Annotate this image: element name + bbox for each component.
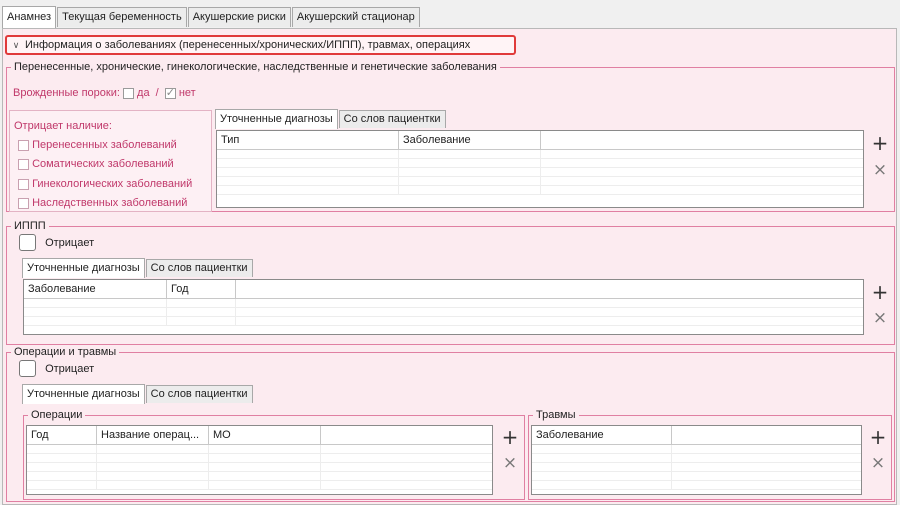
table-row bbox=[27, 481, 492, 490]
table-row bbox=[217, 168, 863, 177]
denies-item[interactable]: Наследственных заболеваний bbox=[18, 197, 187, 209]
stis-grid-header: Заболевание Год bbox=[24, 280, 863, 299]
denies-hereditary-checkbox[interactable] bbox=[18, 197, 29, 209]
stis-grid[interactable]: Заболевание Год bbox=[23, 279, 864, 335]
traumas-fieldset-legend: Травмы bbox=[533, 408, 579, 422]
congenital-no-label: нет bbox=[178, 87, 196, 99]
denies-presence-label: Отрицает наличие: bbox=[14, 120, 112, 132]
surgeries-denies-row[interactable]: Отрицает bbox=[19, 360, 94, 377]
denies-item[interactable]: Перенесенных заболеваний bbox=[18, 139, 177, 151]
denies-gynecological-checkbox[interactable] bbox=[18, 178, 29, 190]
tab-anamnesis[interactable]: Анамнез bbox=[2, 6, 57, 28]
accordion-title: Информация о заболеваниях (перенесенных/… bbox=[25, 39, 471, 51]
diseases-fieldset-legend: Перенесенные, хронические, гинекологичес… bbox=[11, 60, 500, 74]
table-row bbox=[24, 317, 863, 326]
add-icon[interactable]: + bbox=[870, 282, 890, 302]
col-medical-org[interactable]: МО bbox=[209, 426, 321, 444]
stis-subtabs: Уточненные диагнозы Со слов пациентки bbox=[22, 257, 254, 278]
main-tabbar: Анамнез Текущая беременность Акушерские … bbox=[2, 5, 421, 28]
surgeries-subtabs: Уточненные диагнозы Со слов пациентки bbox=[22, 383, 254, 404]
congenital-defects-row: Врожденные пороки: да / нет bbox=[13, 86, 196, 99]
subtab-patient-words[interactable]: Со слов пациентки bbox=[338, 110, 446, 128]
congenital-no-checkbox[interactable] bbox=[164, 86, 176, 99]
col-year[interactable]: Год bbox=[167, 280, 236, 298]
table-row bbox=[217, 177, 863, 186]
operations-grid-header: Год Название операц... МО bbox=[27, 426, 492, 445]
denies-somatic-label: Соматических заболеваний bbox=[32, 158, 174, 170]
add-icon[interactable]: + bbox=[870, 133, 890, 153]
subtab-patient-words[interactable]: Со слов пациентки bbox=[145, 259, 253, 277]
table-row bbox=[27, 463, 492, 472]
stis-denies-label: Отрицает bbox=[45, 236, 95, 249]
close-icon[interactable]: × bbox=[500, 453, 520, 473]
congenital-yes-checkbox[interactable] bbox=[122, 87, 134, 99]
tab-obstetric-hospital[interactable]: Акушерский стационар bbox=[291, 7, 420, 27]
tab-current-pregnancy[interactable]: Текущая беременность bbox=[57, 7, 187, 27]
add-icon[interactable]: + bbox=[868, 427, 888, 447]
denies-previous-label: Перенесенных заболеваний bbox=[32, 139, 177, 151]
table-row bbox=[532, 445, 861, 454]
diseases-grid[interactable]: Тип Заболевание bbox=[216, 130, 864, 208]
subtab-verified-diagnoses[interactable]: Уточненные диагнозы bbox=[22, 384, 145, 404]
denies-item[interactable]: Гинекологических заболеваний bbox=[18, 178, 192, 190]
diseases-subtabs: Уточненные диагнозы Со слов пациентки bbox=[215, 108, 447, 129]
add-icon[interactable]: + bbox=[500, 427, 520, 447]
table-row bbox=[27, 445, 492, 454]
diseases-grid-header: Тип Заболевание bbox=[217, 131, 863, 150]
stis-fieldset-legend: ИППП bbox=[11, 219, 49, 233]
table-row bbox=[532, 454, 861, 463]
table-row bbox=[24, 299, 863, 308]
table-row bbox=[532, 463, 861, 472]
chevron-down-icon[interactable]: ∨ bbox=[7, 40, 25, 51]
stis-denies-row[interactable]: Отрицает bbox=[19, 234, 94, 251]
denies-somatic-checkbox[interactable] bbox=[18, 158, 29, 170]
congenital-defects-label: Врожденные пороки: bbox=[13, 87, 120, 99]
close-icon[interactable]: × bbox=[870, 160, 890, 180]
table-row bbox=[27, 472, 492, 481]
table-row bbox=[27, 454, 492, 463]
table-row bbox=[217, 186, 863, 195]
table-row bbox=[217, 150, 863, 159]
col-disease[interactable]: Заболевание bbox=[399, 131, 541, 149]
tab-obstetric-risks[interactable]: Акушерские риски bbox=[187, 7, 291, 27]
diseases-accordion-header[interactable]: ∨ Информация о заболеваниях (перенесенны… bbox=[5, 35, 516, 55]
denies-hereditary-label: Наследственных заболеваний bbox=[32, 197, 188, 209]
operations-grid[interactable]: Год Название операц... МО bbox=[26, 425, 493, 495]
denies-gynecological-label: Гинекологических заболеваний bbox=[32, 178, 193, 190]
traumas-grid-header: Заболевание bbox=[532, 426, 861, 445]
surgeries-denies-checkbox[interactable] bbox=[19, 360, 36, 377]
col-type[interactable]: Тип bbox=[217, 131, 399, 149]
denies-previous-checkbox[interactable] bbox=[18, 139, 29, 151]
surgeries-denies-label: Отрицает bbox=[45, 362, 95, 375]
congenital-separator: / bbox=[155, 87, 159, 99]
close-icon[interactable]: × bbox=[870, 308, 890, 328]
subtab-patient-words[interactable]: Со слов пациентки bbox=[145, 385, 253, 403]
stis-denies-checkbox[interactable] bbox=[19, 234, 36, 251]
col-disease[interactable]: Заболевание bbox=[532, 426, 672, 444]
table-row bbox=[24, 308, 863, 317]
operations-fieldset-legend: Операции bbox=[28, 408, 86, 422]
close-icon[interactable]: × bbox=[868, 453, 888, 473]
table-row bbox=[532, 481, 861, 490]
congenital-yes-label: да bbox=[137, 87, 150, 99]
col-year[interactable]: Год bbox=[27, 426, 97, 444]
traumas-grid[interactable]: Заболевание bbox=[531, 425, 862, 495]
table-row bbox=[532, 472, 861, 481]
col-disease[interactable]: Заболевание bbox=[24, 280, 167, 298]
denies-item[interactable]: Соматических заболеваний bbox=[18, 158, 174, 170]
subtab-verified-diagnoses[interactable]: Уточненные диагнозы bbox=[215, 109, 338, 129]
surgeries-fieldset-legend: Операции и травмы bbox=[11, 345, 120, 359]
col-operation-name[interactable]: Название операц... bbox=[97, 426, 209, 444]
table-row bbox=[217, 159, 863, 168]
subtab-verified-diagnoses[interactable]: Уточненные диагнозы bbox=[22, 258, 145, 278]
denies-group: Отрицает наличие: Перенесенных заболеван… bbox=[9, 110, 212, 212]
